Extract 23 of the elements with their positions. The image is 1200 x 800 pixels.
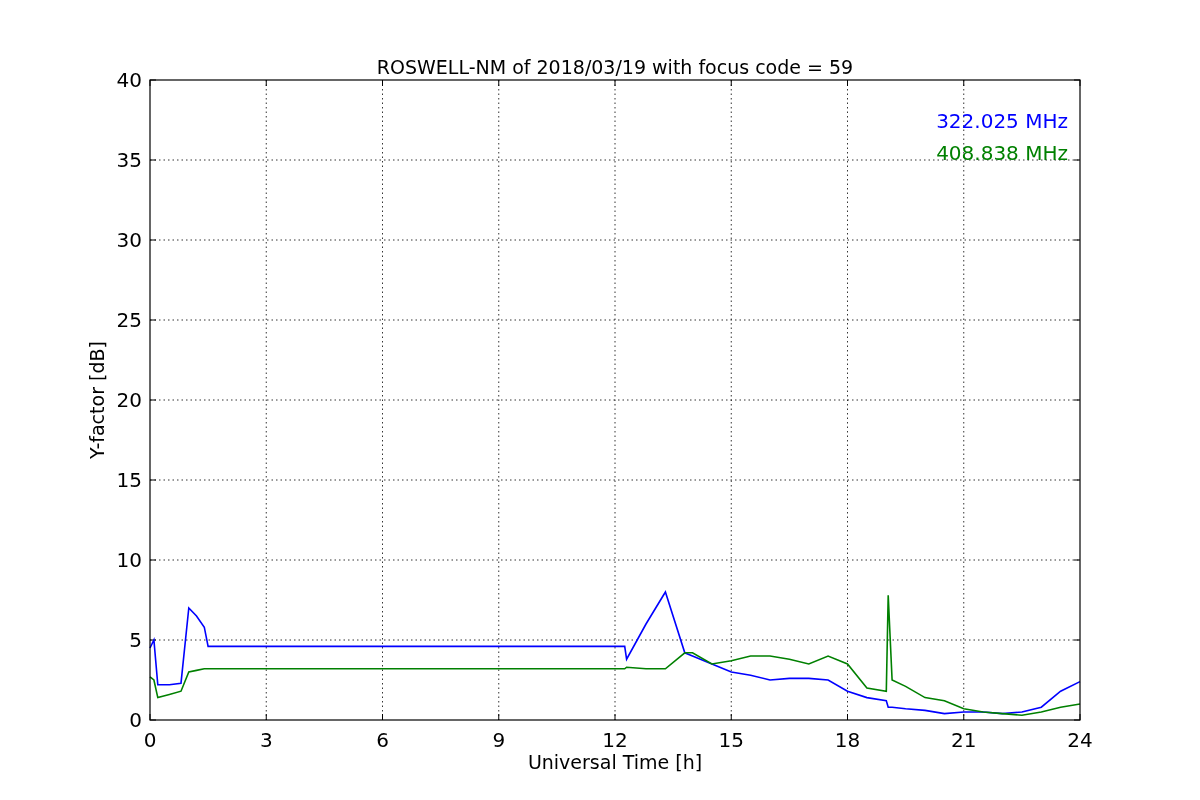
tick-label: 0 bbox=[143, 728, 157, 752]
tick-label: 5 bbox=[129, 628, 142, 652]
tick-label: 24 bbox=[1067, 728, 1093, 752]
x-axis-label: Universal Time [h] bbox=[527, 751, 703, 773]
tick-label: 10 bbox=[116, 548, 142, 572]
tick-label: 9 bbox=[492, 728, 506, 752]
tick-label: 15 bbox=[718, 728, 744, 752]
y-axis-label: Y-factor [dB] bbox=[86, 341, 108, 459]
legend-label: 408.838 MHz bbox=[936, 141, 1068, 165]
tick-label: 30 bbox=[116, 228, 142, 252]
chart-title: ROSWELL-NM of 2018/03/19 with focus code = 59 bbox=[376, 56, 854, 78]
tick-label: 12 bbox=[602, 728, 628, 752]
tick-label: 0 bbox=[129, 708, 142, 732]
tick-label: 25 bbox=[116, 308, 142, 332]
tick-label: 40 bbox=[116, 68, 142, 92]
tick-label: 3 bbox=[259, 728, 273, 752]
legend-label: 322.025 MHz bbox=[936, 109, 1068, 133]
tick-label: 6 bbox=[376, 728, 389, 752]
tick-label: 35 bbox=[116, 148, 142, 172]
tick-label: 18 bbox=[834, 728, 861, 752]
tick-label: 20 bbox=[116, 388, 142, 412]
tick-label: 21 bbox=[951, 728, 977, 752]
tick-label: 15 bbox=[116, 468, 142, 492]
